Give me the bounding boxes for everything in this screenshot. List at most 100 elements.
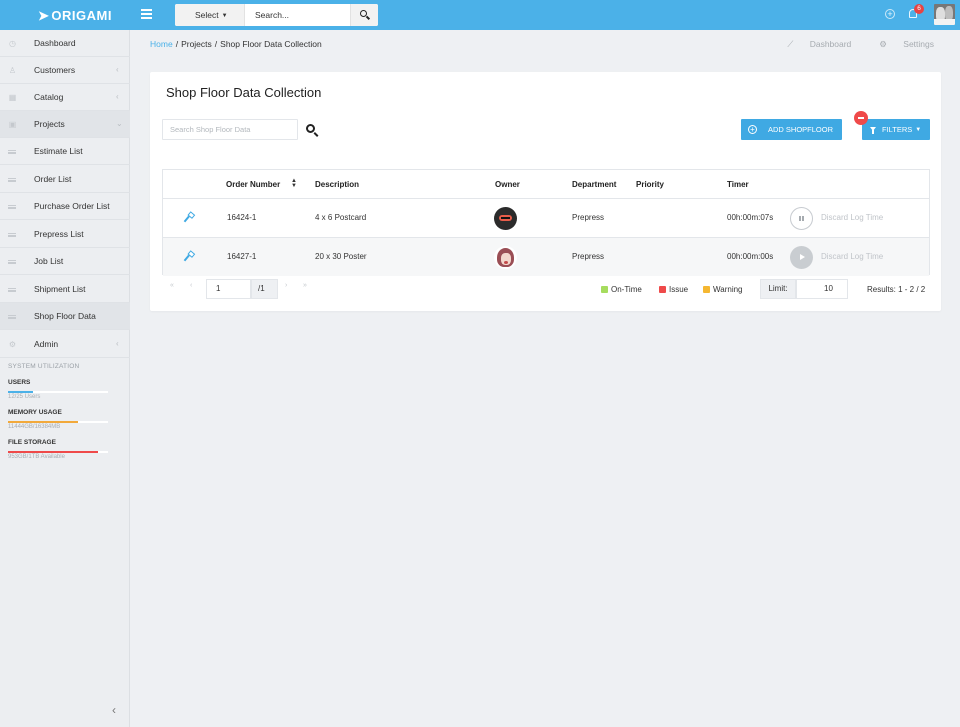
- discard-log-time-link[interactable]: Discard Log Time: [821, 252, 883, 261]
- edit-pencil-icon[interactable]: [183, 212, 193, 223]
- users-util-bar: [8, 391, 108, 393]
- memory-util-fill: [8, 421, 78, 423]
- sidebar-item-prepress-list[interactable]: Prepress List: [0, 221, 130, 248]
- logo-text: ORIGAMI: [51, 8, 112, 23]
- page-total: /1: [251, 279, 278, 299]
- sidebar-item-job-list[interactable]: Job List: [0, 248, 130, 275]
- list-icon: [8, 288, 16, 292]
- edit-pencil-icon[interactable]: [183, 251, 193, 262]
- clear-filters-icon[interactable]: [854, 111, 868, 125]
- next-page-icon[interactable]: ›: [285, 282, 287, 289]
- results-count: Results: 1 - 2 / 2: [867, 285, 926, 294]
- list-icon: [8, 150, 16, 154]
- filters-label: FILTERS: [882, 125, 913, 134]
- trend-icon: ⟋: [787, 39, 796, 49]
- col-description: Description: [315, 180, 360, 189]
- legend-on-time: On-Time: [601, 285, 642, 294]
- description-cell: 20 x 30 Poster: [315, 252, 367, 261]
- col-priority: Priority: [636, 180, 665, 189]
- memory-util-title: MEMORY USAGE: [8, 409, 62, 416]
- sidebar-item-shipment-list[interactable]: Shipment List: [0, 276, 130, 303]
- gear-icon: ⚙: [8, 340, 17, 349]
- sidebar: ◷ Dashboard ♙ Customers ‹ ▦ Catalog ‹ ▣ Projec…: [0, 30, 130, 727]
- legend-label: Warning: [713, 285, 743, 294]
- list-icon: [8, 233, 16, 237]
- header-settings-link[interactable]: ⚙ Settings: [865, 39, 934, 49]
- page-number-input[interactable]: 1: [206, 279, 251, 299]
- breadcrumb-current: Shop Floor Data Collection: [220, 39, 322, 49]
- list-icon: [8, 315, 16, 319]
- sort-icon[interactable]: ▲ ▼: [291, 178, 297, 189]
- sidebar-item-label: Job List: [34, 256, 64, 266]
- chevron-down-icon: ⌄: [116, 119, 123, 128]
- notification-badge: 6: [914, 4, 924, 14]
- shop-floor-search-input[interactable]: [162, 119, 298, 140]
- storage-util-detail: 953GB/1TB Available: [8, 454, 65, 460]
- briefcase-icon: ▣: [8, 120, 17, 129]
- header-dashboard-link[interactable]: ⟋ Dashboard: [773, 39, 851, 49]
- legend-warning: Warning: [703, 285, 743, 294]
- user-icon: ♙: [8, 66, 17, 75]
- sidebar-item-label: Admin: [34, 339, 59, 349]
- shop-floor-table: Order Number ▲ ▼ Description Owner Depart…: [162, 169, 930, 276]
- warning-swatch: [703, 286, 710, 293]
- storage-util-title: FILE STORAGE: [8, 439, 56, 446]
- breadcrumb-projects[interactable]: Projects: [181, 39, 212, 49]
- sidebar-item-shop-floor-data[interactable]: Shop Floor Data: [0, 303, 130, 330]
- prev-page-icon[interactable]: ‹: [190, 282, 192, 289]
- search-icon: [360, 10, 367, 17]
- system-utilization-title: SYSTEM UTILIZATION: [8, 363, 80, 370]
- gear-icon: ⚙: [879, 39, 890, 49]
- storage-util-bar: [8, 451, 108, 453]
- order-number-cell: 16427-1: [227, 252, 257, 261]
- pause-icon[interactable]: [790, 207, 813, 230]
- legend-label: On-Time: [611, 285, 642, 294]
- department-cell: Prepress: [572, 252, 605, 261]
- users-util-fill: [8, 391, 33, 393]
- header-dashboard-label: Dashboard: [809, 39, 852, 49]
- last-page-icon[interactable]: »: [303, 282, 307, 289]
- search-scope-select[interactable]: Select ▼: [175, 4, 245, 26]
- discard-log-time-link[interactable]: Discard Log Time: [821, 213, 883, 222]
- add-shopfloor-button[interactable]: + ADD SHOPFLOOR: [741, 119, 842, 140]
- sidebar-item-label: Estimate List: [34, 146, 83, 156]
- caret-down-icon: ▼: [915, 127, 922, 133]
- table-row[interactable]: 16427-1 20 x 30 Poster Prepress 00h:00m:…: [163, 237, 929, 276]
- sidebar-item-order-list[interactable]: Order List: [0, 166, 130, 193]
- sidebar-collapse-icon[interactable]: ‹: [112, 703, 116, 717]
- sidebar-item-dashboard[interactable]: ◷ Dashboard: [0, 30, 130, 57]
- user-avatar[interactable]: [934, 4, 955, 25]
- chevron-left-icon: ‹: [116, 92, 119, 101]
- breadcrumb-home[interactable]: Home: [150, 39, 173, 49]
- search-scope-label: Select: [195, 10, 219, 20]
- users-util-title: USERS: [8, 379, 31, 386]
- sidebar-item-catalog[interactable]: ▦ Catalog ‹: [0, 84, 130, 111]
- chevron-left-icon: ‹: [116, 339, 119, 348]
- table-row[interactable]: 16424-1 4 x 6 Postcard Prepress 00h:00m:…: [163, 198, 929, 237]
- header-settings-label: Settings: [903, 39, 934, 49]
- limit-label: Limit:: [760, 279, 796, 299]
- on-time-swatch: [601, 286, 608, 293]
- add-circle-icon[interactable]: +: [885, 9, 895, 19]
- app-logo[interactable]: ➤ ORIGAMI: [38, 8, 112, 24]
- page-title: Shop Floor Data Collection: [166, 85, 322, 100]
- global-search-input[interactable]: [247, 4, 347, 26]
- first-page-icon[interactable]: «: [170, 282, 174, 289]
- filter-icon: [870, 127, 876, 134]
- menu-toggle-icon[interactable]: [141, 9, 152, 19]
- plus-circle-icon: +: [748, 125, 757, 134]
- filters-button[interactable]: FILTERS ▼: [862, 119, 930, 140]
- limit-input[interactable]: 10: [796, 279, 848, 299]
- sidebar-item-purchase-order-list[interactable]: Purchase Order List: [0, 193, 130, 220]
- clock-icon: ◷: [9, 39, 16, 48]
- sidebar-item-admin[interactable]: ⚙ Admin ‹: [0, 331, 130, 358]
- col-department: Department: [572, 180, 617, 189]
- order-number-cell: 16424-1: [227, 213, 257, 222]
- sidebar-item-projects[interactable]: ▣ Projects ⌄: [0, 111, 130, 138]
- sidebar-item-estimate-list[interactable]: Estimate List: [0, 138, 130, 165]
- header-links: ⟋ Dashboard ⚙ Settings: [759, 39, 934, 50]
- play-icon[interactable]: [790, 246, 813, 269]
- sidebar-item-customers[interactable]: ♙ Customers ‹: [0, 57, 130, 84]
- col-order-number[interactable]: Order Number: [226, 180, 280, 189]
- global-search-button[interactable]: [350, 4, 378, 26]
